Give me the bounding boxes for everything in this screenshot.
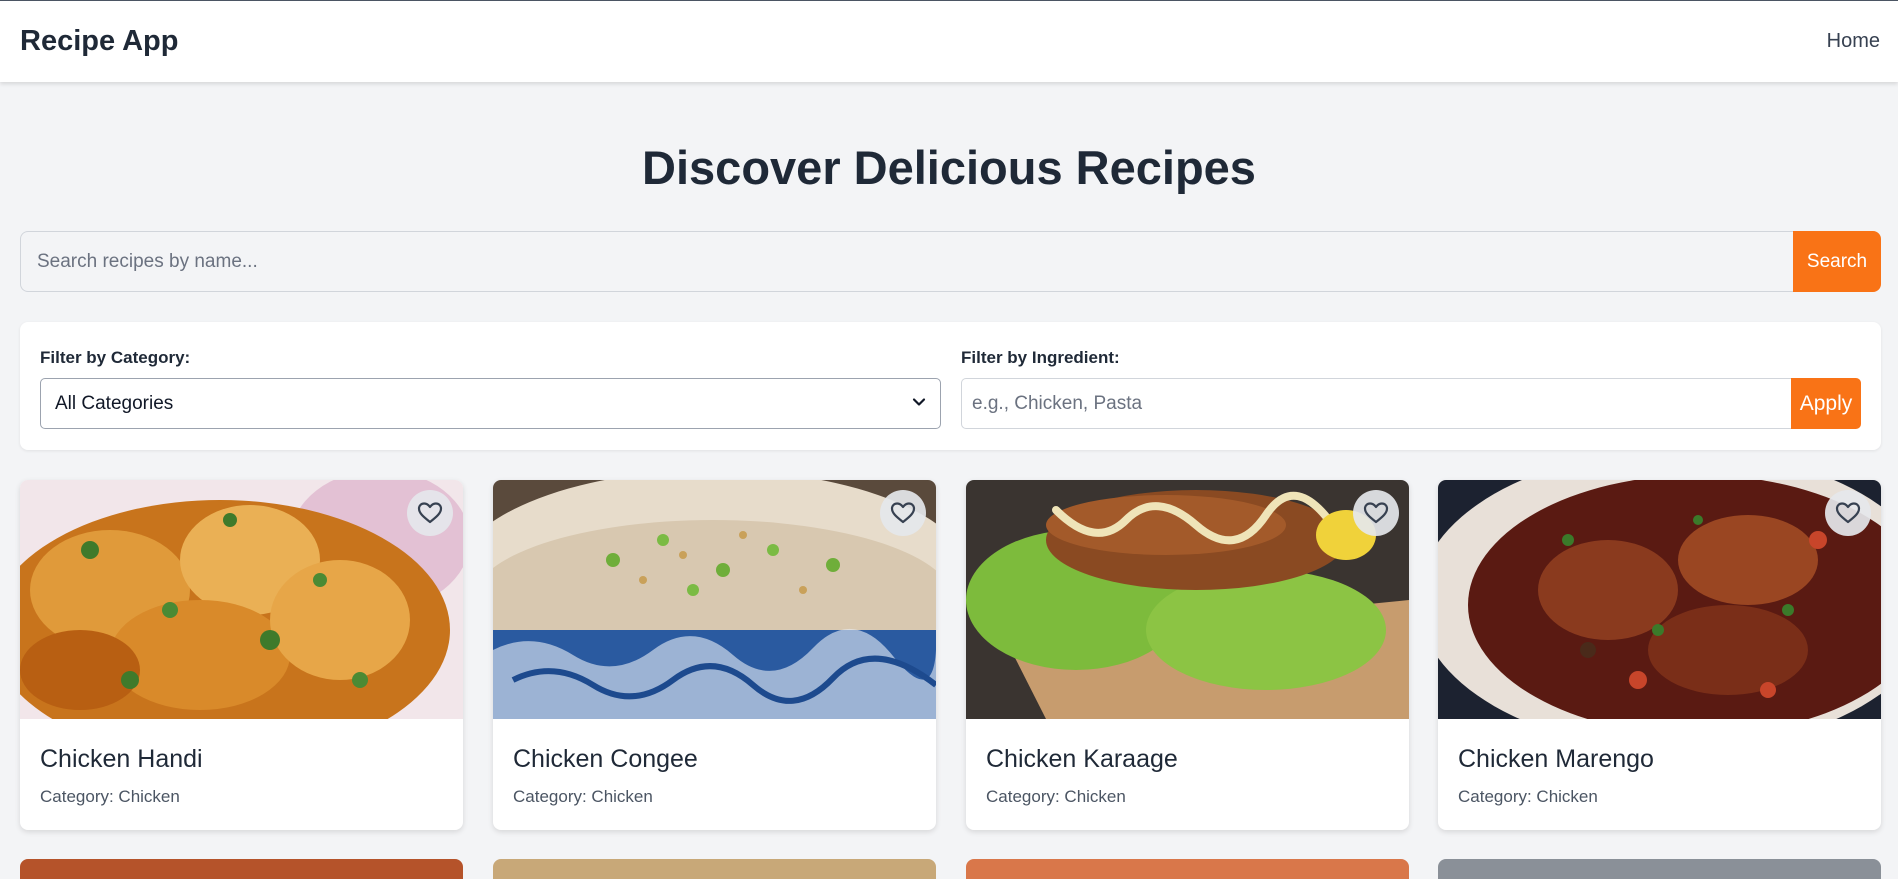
category-filter-label: Filter by Category: [40,348,191,367]
recipe-image[interactable] [493,480,936,719]
recipe-category: Category: Chicken [986,787,1126,806]
recipe-image[interactable] [966,480,1409,719]
heart-outline-icon [417,501,443,525]
search-input[interactable] [20,231,1793,292]
favorite-button[interactable] [1825,490,1871,536]
recipe-card-partial[interactable] [966,859,1409,879]
recipe-card-partial[interactable] [1438,859,1881,879]
recipe-title[interactable]: Chicken Congee [513,745,698,774]
recipe-category: Category: Chicken [40,787,180,806]
favorite-button[interactable] [1353,490,1399,536]
recipe-title[interactable]: Chicken Marengo [1458,745,1654,774]
page-title: Discover Delicious Recipes [642,141,1256,194]
apply-filter-button[interactable]: Apply [1791,378,1861,429]
recipe-image[interactable] [1438,480,1881,719]
ingredient-input[interactable] [961,378,1791,429]
recipe-card[interactable]: Chicken Karaage Category: Chicken [966,480,1409,830]
recipe-card[interactable]: Chicken Handi Category: Chicken [20,480,463,830]
app-title[interactable]: Recipe App [20,25,178,58]
category-select-value: All Categories [55,392,174,414]
recipe-card[interactable]: Chicken Congee Category: Chicken [493,480,936,830]
favorite-button[interactable] [880,490,926,536]
recipe-title[interactable]: Chicken Handi [40,745,203,774]
favorite-button[interactable] [407,490,453,536]
recipe-card-partial[interactable] [20,859,463,879]
recipe-title[interactable]: Chicken Karaage [986,745,1178,774]
recipe-card[interactable]: Chicken Marengo Category: Chicken [1438,480,1881,830]
heart-outline-icon [890,501,916,525]
top-navbar: Recipe App Home [0,0,1898,82]
heart-outline-icon [1363,501,1389,525]
recipe-image[interactable] [20,480,463,719]
heart-outline-icon [1835,501,1861,525]
ingredient-filter-label: Filter by Ingredient: [961,348,1120,367]
recipe-category: Category: Chicken [1458,787,1598,806]
recipe-card-partial[interactable] [493,859,936,879]
recipe-category: Category: Chicken [513,787,653,806]
chevron-down-icon [912,393,926,415]
search-button[interactable]: Search [1793,231,1881,292]
search-bar: Search [20,231,1881,292]
filter-panel: Filter by Category: All Categories Filte… [20,322,1881,450]
category-select[interactable]: All Categories [40,378,941,429]
nav-home-link[interactable]: Home [1827,30,1880,53]
